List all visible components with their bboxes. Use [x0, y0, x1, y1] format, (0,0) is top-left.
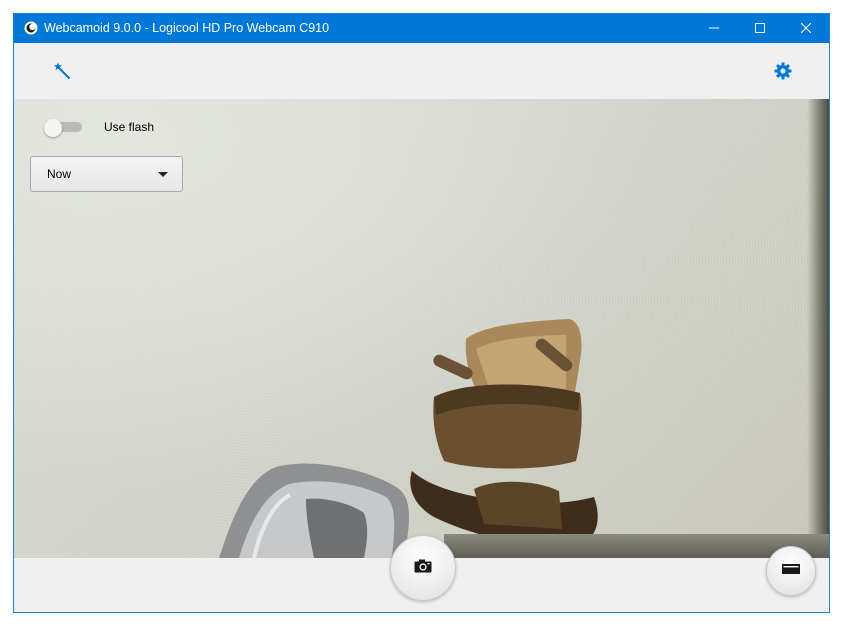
- window-title: Webcamoid 9.0.0 - Logicool HD Pro Webcam…: [44, 21, 330, 35]
- wall-edge-shadow: [807, 99, 829, 558]
- wooden-figurine: [410, 319, 598, 548]
- use-flash-label: Use flash: [104, 120, 155, 134]
- app-window: Webcamoid 9.0.0 - Logicool HD Pro Webcam…: [13, 13, 830, 613]
- close-button[interactable]: [783, 14, 829, 43]
- timer-value: Now: [47, 167, 72, 181]
- title-bar[interactable]: Webcamoid 9.0.0 - Logicool HD Pro Webcam…: [14, 14, 829, 43]
- minimize-button[interactable]: [691, 14, 737, 43]
- close-icon: [800, 20, 812, 38]
- video-mode-icon: [782, 562, 800, 580]
- effects-button[interactable]: [52, 62, 72, 85]
- capture-timer-dropdown[interactable]: Now: [30, 156, 183, 192]
- take-photo-button[interactable]: [390, 535, 456, 601]
- minimize-icon: [709, 20, 719, 38]
- settings-button[interactable]: [773, 62, 793, 85]
- camera-preview: Use flash Now: [14, 99, 829, 558]
- video-mode-button[interactable]: [766, 546, 816, 596]
- use-flash-toggle[interactable]: [44, 119, 82, 137]
- maximize-button[interactable]: [737, 14, 783, 43]
- caret-down-icon: [158, 172, 168, 177]
- toggle-knob: [44, 119, 62, 137]
- maximize-icon: [755, 20, 765, 38]
- webcamoid-app-icon: [24, 21, 38, 35]
- top-toolbar: [14, 43, 829, 99]
- webcam-device: [219, 463, 409, 558]
- gear-icon: [774, 62, 792, 85]
- camera-icon: [414, 559, 432, 578]
- magic-wand-icon: [53, 62, 71, 85]
